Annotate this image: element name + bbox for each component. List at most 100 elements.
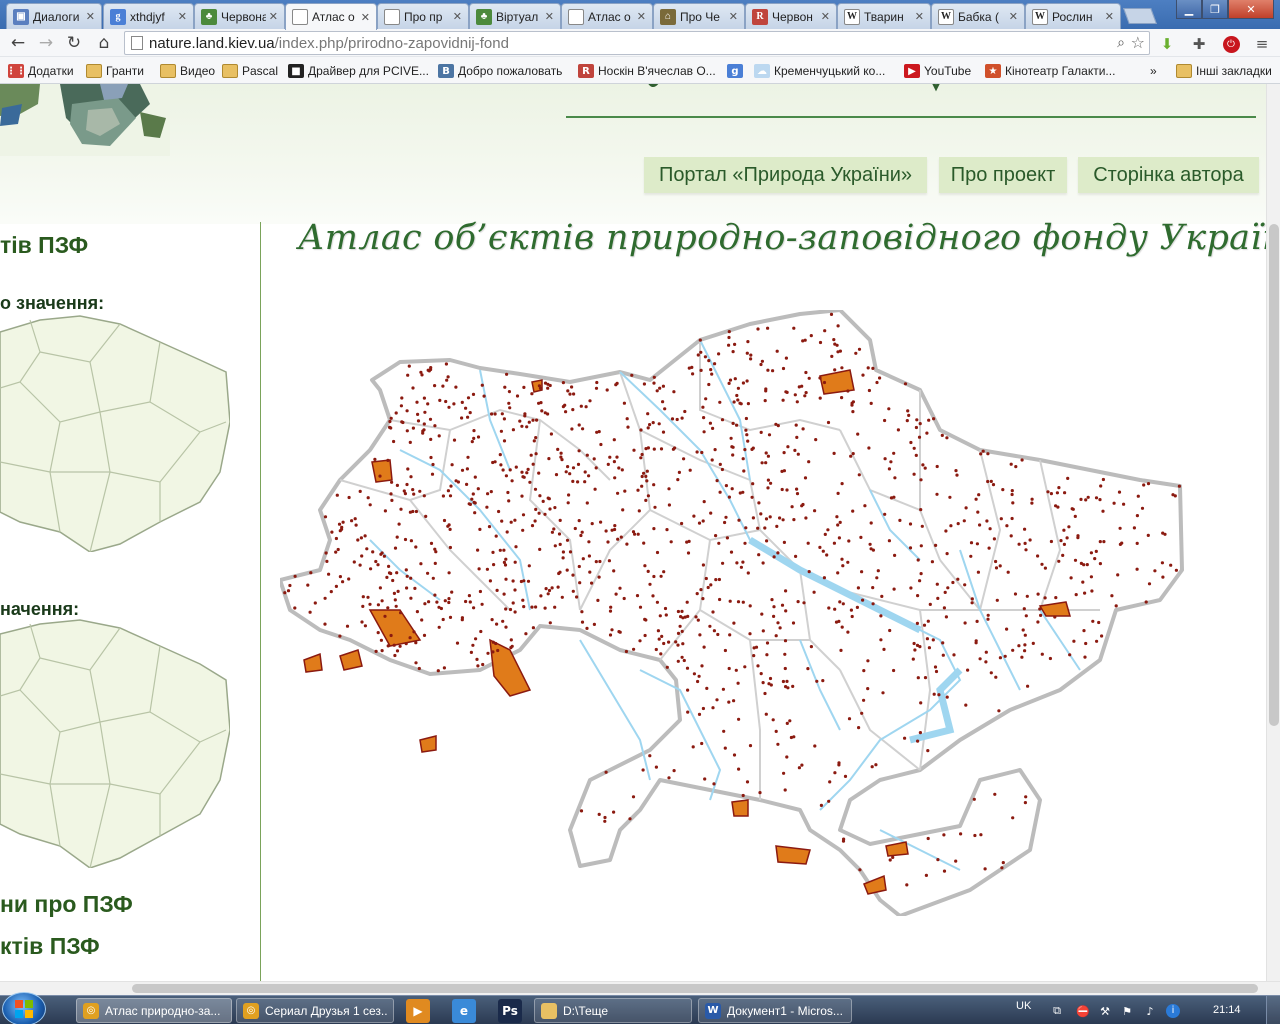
reserve-dot[interactable] bbox=[472, 606, 476, 610]
reserve-dot[interactable] bbox=[534, 436, 538, 440]
reserve-dot[interactable] bbox=[846, 560, 850, 564]
reserve-dot[interactable] bbox=[735, 423, 739, 427]
reserve-dot[interactable] bbox=[1017, 644, 1021, 648]
reserve-dot[interactable] bbox=[509, 646, 513, 650]
reserve-dot[interactable] bbox=[599, 520, 603, 524]
reserve-dot[interactable] bbox=[866, 366, 870, 370]
nav-portal-link[interactable]: Портал «Природа України» bbox=[644, 157, 927, 193]
reserve-dot[interactable] bbox=[1017, 542, 1021, 546]
reserve-dot[interactable] bbox=[571, 466, 576, 470]
reserve-dot[interactable] bbox=[553, 605, 557, 609]
reserve-dot[interactable] bbox=[652, 447, 656, 451]
reserve-dot[interactable] bbox=[1022, 607, 1026, 611]
reserve-dot[interactable] bbox=[444, 362, 448, 366]
reserve-dot[interactable] bbox=[530, 605, 534, 609]
reserve-dot[interactable] bbox=[1025, 594, 1029, 598]
reserve-dot[interactable] bbox=[450, 590, 454, 594]
reserve-dot[interactable] bbox=[976, 510, 980, 514]
reserve-dot[interactable] bbox=[478, 527, 482, 531]
menu-icon[interactable]: ≡ bbox=[1253, 35, 1271, 53]
reserve-dot[interactable] bbox=[1003, 654, 1007, 658]
tab-3[interactable]: Атлас о ✕ bbox=[285, 3, 377, 30]
reserve-dot[interactable] bbox=[445, 378, 449, 382]
reserve-dot[interactable] bbox=[974, 641, 978, 645]
reserve-dot[interactable] bbox=[861, 598, 865, 602]
reserve-dot[interactable] bbox=[418, 489, 422, 493]
reserve-dot[interactable] bbox=[840, 396, 844, 400]
reserve-dot[interactable] bbox=[520, 494, 524, 498]
reserve-dot[interactable] bbox=[782, 771, 786, 775]
reserve-dot[interactable] bbox=[385, 575, 389, 579]
reserve-dot[interactable] bbox=[760, 612, 764, 616]
taskbar-window-0[interactable]: ◎ Атлас природно-за... bbox=[76, 998, 232, 1023]
reserve-dot[interactable] bbox=[1039, 613, 1043, 617]
show-desktop-button[interactable] bbox=[1266, 996, 1280, 1024]
reserve-dot[interactable] bbox=[1010, 492, 1014, 497]
reserve-dot[interactable] bbox=[712, 782, 716, 786]
reserve-dot[interactable] bbox=[500, 412, 504, 416]
reserve-dot[interactable] bbox=[502, 439, 507, 443]
reserve-dot[interactable] bbox=[804, 370, 808, 375]
reserve-dot[interactable] bbox=[406, 467, 410, 471]
reserve-dot[interactable] bbox=[856, 432, 860, 436]
reserve-dot[interactable] bbox=[1036, 620, 1040, 624]
reserve-dot[interactable] bbox=[784, 609, 788, 613]
reserve-dot[interactable] bbox=[857, 347, 862, 351]
reserve-dot[interactable] bbox=[1010, 489, 1014, 493]
reserve-dot[interactable] bbox=[546, 386, 550, 390]
reserve-dot[interactable] bbox=[509, 638, 513, 642]
sidebar-link-objects[interactable]: ктів ПЗФ bbox=[0, 933, 100, 960]
reserve-dot[interactable] bbox=[548, 507, 552, 511]
reserve-dot[interactable] bbox=[423, 410, 427, 414]
reserve-dot[interactable] bbox=[652, 381, 656, 385]
reserve-dot[interactable] bbox=[676, 609, 680, 614]
reserve-dot[interactable] bbox=[498, 453, 502, 457]
reserve-dot[interactable] bbox=[850, 614, 854, 619]
reserve-dot[interactable] bbox=[918, 422, 922, 426]
reserve-dot[interactable] bbox=[1036, 592, 1040, 596]
reserve-dot[interactable] bbox=[409, 596, 413, 600]
reserve-dot[interactable] bbox=[685, 666, 690, 670]
reserve-dot[interactable] bbox=[452, 438, 457, 442]
reserve-dot[interactable] bbox=[761, 561, 765, 565]
reserve-dot[interactable] bbox=[986, 479, 990, 484]
reserve-dot[interactable] bbox=[392, 439, 396, 444]
reserve-dot[interactable] bbox=[977, 493, 981, 497]
reserve-dot[interactable] bbox=[869, 521, 873, 525]
reserve-dot[interactable] bbox=[729, 436, 733, 440]
reserve-dot[interactable] bbox=[417, 666, 421, 671]
reserve-dot[interactable] bbox=[334, 550, 338, 554]
tab-close-icon[interactable]: ✕ bbox=[1009, 10, 1018, 23]
reserve-dot[interactable] bbox=[692, 672, 696, 676]
reserve-dot[interactable] bbox=[405, 574, 409, 578]
reserve-dot[interactable] bbox=[472, 500, 476, 504]
reserve-dot[interactable] bbox=[860, 570, 864, 574]
reserve-dot[interactable] bbox=[646, 569, 650, 573]
reserve-dot[interactable] bbox=[994, 675, 998, 679]
reserve-dot[interactable] bbox=[595, 430, 599, 434]
reserve-dot[interactable] bbox=[993, 792, 997, 796]
reserve-dot[interactable] bbox=[422, 428, 426, 432]
reserve-dot[interactable] bbox=[733, 342, 737, 346]
reserve-dot[interactable] bbox=[694, 615, 698, 619]
reserve-dot[interactable] bbox=[609, 605, 613, 609]
reserve-dot[interactable] bbox=[559, 455, 563, 459]
reserve-dot[interactable] bbox=[554, 473, 559, 477]
reserve-dot[interactable] bbox=[745, 351, 749, 355]
reserve-dot[interactable] bbox=[1063, 491, 1067, 495]
adblock-extension-icon[interactable]: ⏻ bbox=[1222, 35, 1240, 53]
reserve-dot[interactable] bbox=[721, 687, 725, 691]
reserve-dot[interactable] bbox=[795, 435, 799, 439]
reserve-dot[interactable] bbox=[596, 598, 600, 602]
reserve-dot[interactable] bbox=[1135, 567, 1139, 571]
reserve-dot[interactable] bbox=[925, 637, 930, 641]
antivirus-tray-icon[interactable]: ⛔ bbox=[1076, 1004, 1090, 1018]
reserve-dot[interactable] bbox=[324, 551, 328, 555]
reserve-dot[interactable] bbox=[521, 598, 525, 602]
reserve-dot[interactable] bbox=[1030, 497, 1034, 501]
reserve-dot[interactable] bbox=[501, 468, 505, 472]
reserve-dot[interactable] bbox=[766, 368, 770, 372]
reserve-dot[interactable] bbox=[622, 401, 626, 405]
reserve-dot[interactable] bbox=[1173, 494, 1177, 498]
reserve-dot[interactable] bbox=[838, 520, 842, 524]
